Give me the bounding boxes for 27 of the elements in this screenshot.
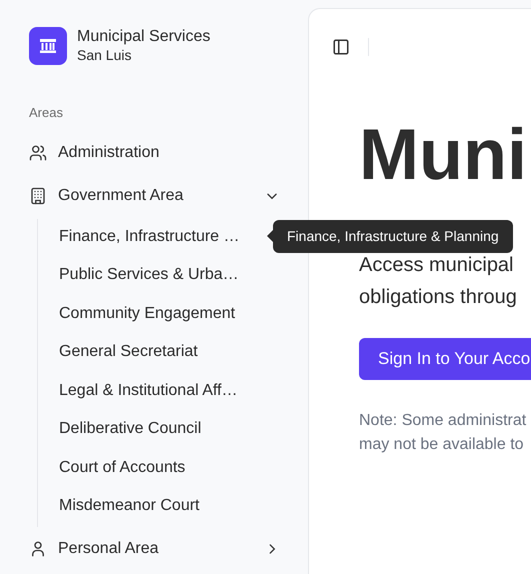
tooltip: Finance, Infrastructure & Planning bbox=[273, 220, 513, 253]
nav-subitem[interactable]: General Secretariat bbox=[59, 334, 198, 370]
sidebar-toggle-icon[interactable] bbox=[331, 37, 351, 57]
note-text: may not be available to bbox=[359, 435, 525, 455]
logo-icon bbox=[29, 27, 67, 65]
tooltip-pointer bbox=[267, 230, 273, 242]
sign-in-button[interactable]: Sign In to Your Acco bbox=[359, 338, 531, 380]
users-icon bbox=[29, 144, 47, 162]
nav-subitem[interactable]: Community Engagement bbox=[59, 296, 236, 331]
description-text: obligations throug bbox=[359, 285, 517, 310]
brand-title: Municipal Services bbox=[77, 27, 210, 48]
nav-item[interactable]: Administration bbox=[29, 133, 280, 173]
nav-subitem[interactable]: Finance, Infrastructure … bbox=[59, 219, 240, 254]
note-text: Note: Some administrat bbox=[359, 411, 526, 431]
nav-subitem[interactable]: Legal & Institutional Aff… bbox=[59, 373, 238, 408]
building-icon bbox=[29, 187, 47, 205]
nav-subitem[interactable]: Court of Accounts bbox=[59, 450, 186, 485]
nav-subitem[interactable]: Deliberative Council bbox=[59, 412, 202, 446]
nav-subitem[interactable]: Misdemeanor Court bbox=[59, 488, 200, 524]
section-label: Areas bbox=[29, 104, 64, 122]
description-text: Access municipal bbox=[359, 253, 515, 278]
nav-item[interactable]: Personal Area bbox=[29, 529, 280, 569]
user-icon bbox=[29, 540, 47, 558]
page-heading: Muni bbox=[359, 119, 527, 191]
nav-item[interactable]: Government Area bbox=[29, 176, 280, 216]
nav-subitem[interactable]: Public Services & Urba… bbox=[59, 258, 239, 292]
brand-subtitle: San Luis bbox=[77, 47, 132, 65]
